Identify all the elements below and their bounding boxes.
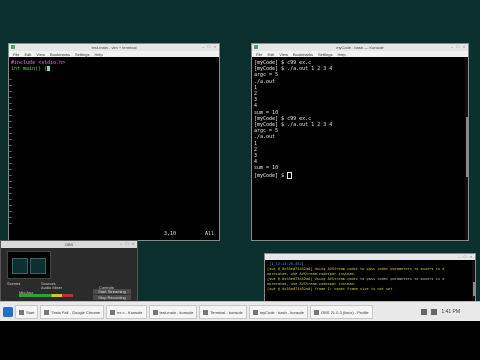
tray-volume-icon[interactable] <box>431 309 438 315</box>
vim-gutter <box>9 79 12 229</box>
close-icon[interactable]: × <box>469 255 473 259</box>
app-icon <box>314 309 320 315</box>
minimize-icon[interactable]: – <box>201 45 205 49</box>
text-cursor <box>47 66 51 72</box>
taskbar-item-label: myCode : bash - konsole <box>259 309 305 315</box>
maximize-icon[interactable]: □ <box>456 45 460 49</box>
taskbar-item[interactable]: ex.c - Konsole <box>106 305 147 319</box>
menu-bookmarks[interactable]: Bookmarks <box>50 52 70 57</box>
start-menu-button[interactable] <box>3 307 13 317</box>
cursor-position: 3,10 <box>164 231 177 237</box>
text-cursor <box>287 171 293 179</box>
menu-help[interactable]: Help <box>337 52 345 57</box>
terminal-title: myCode : bash — Konsole <box>336 45 384 50</box>
menu-edit[interactable]: Edit <box>267 52 274 57</box>
obs-audio-label: Audio Mixer <box>41 285 63 290</box>
app-icon <box>152 309 158 315</box>
menu-bookmarks[interactable]: Bookmarks <box>293 52 313 57</box>
log-line: [swt @ 0x55ed73452a0] frame I: codec fra… <box>267 287 393 291</box>
menu-help[interactable]: Help <box>94 52 102 57</box>
app-icon <box>110 309 116 315</box>
log-scrollbar[interactable] <box>472 262 475 302</box>
close-icon[interactable]: × <box>131 242 135 246</box>
obs-start-streaming-button[interactable]: Start Streaming <box>93 289 131 294</box>
scroll-position: All <box>205 231 215 237</box>
taskbar-item-label: Tests Fall - Google Chrome <box>51 309 101 315</box>
close-icon[interactable]: × <box>213 45 217 49</box>
taskbar-item[interactable]: OBS 21.0.3 (linux) - Profile <box>310 305 373 319</box>
taskbar-item[interactable]: Tests Fall - Google Chrome <box>40 305 105 319</box>
terminal-app-icon <box>11 45 15 49</box>
menu-file[interactable]: File <box>13 52 19 57</box>
maximize-icon[interactable]: □ <box>463 255 467 259</box>
code-line-3: int main() { <box>9 66 219 72</box>
taskbar-item-label: OBS 21.0.3 (linux) - Profile <box>321 309 369 315</box>
obs-window[interactable]: OBS – □ × Scenes Sources Audio Mixer Con… <box>0 240 138 303</box>
preview-thumbnail <box>12 258 28 274</box>
menu-settings[interactable]: Settings <box>75 52 89 57</box>
taskbar: Start Tests Fall - Google Chrome ex.c - Ko… <box>0 301 480 322</box>
taskbar-item[interactable]: myCode : bash - konsole <box>248 305 309 319</box>
preview-thumbnail <box>30 258 46 274</box>
log-titlebar[interactable]: – □ × <box>265 254 475 260</box>
app-icon <box>19 309 24 315</box>
menu-view[interactable]: View <box>36 52 45 57</box>
log-terminal-window[interactable]: – □ × -[1_12:14:25.452] [swt @ 0x55ed7345… <box>264 253 476 303</box>
log-output[interactable]: -[1_12:14:25.452] [swt @ 0x55ed73452a0] U… <box>265 262 471 302</box>
terminal-app-icon <box>254 45 258 49</box>
taskbar-item[interactable]: Start <box>15 305 39 319</box>
letterbox-bottom <box>0 321 480 360</box>
editor-title: test-main - vim + terminal <box>91 45 137 50</box>
tray-network-icon[interactable] <box>421 309 428 315</box>
menu-view[interactable]: View <box>279 52 288 57</box>
terminal-titlebar[interactable]: myCode : bash — Konsole – □ × <box>252 44 468 51</box>
taskbar-item[interactable]: test-main - konsole <box>148 305 198 319</box>
taskbar-item-label: ex.c - Konsole <box>117 309 143 315</box>
menu-settings[interactable]: Settings <box>318 52 332 57</box>
terminal-scrollbar[interactable] <box>465 57 468 240</box>
app-icon <box>44 309 50 315</box>
minimize-icon[interactable]: – <box>457 255 461 259</box>
minimize-icon[interactable]: – <box>450 45 454 49</box>
taskbar-item-label: Start <box>26 309 35 315</box>
vim-status-line: 3,10 All <box>9 231 219 237</box>
clock[interactable]: 1:41 PM <box>441 309 460 315</box>
scrollbar-thumb[interactable] <box>466 117 468 177</box>
taskbar-item-label: Terminal - konsole <box>210 309 243 315</box>
maximize-icon[interactable]: □ <box>125 242 129 246</box>
terminal-line: [myCode] $ <box>252 171 468 179</box>
taskbar-item[interactable]: Terminal - konsole <box>199 305 247 319</box>
terminal-output[interactable]: [myCode] $ c99 ex.c [myCode] $ ./a.out 1 … <box>252 57 468 240</box>
app-icon <box>252 309 258 315</box>
obs-preview <box>7 251 51 279</box>
minimize-icon[interactable]: – <box>119 242 123 246</box>
editor-titlebar[interactable]: test-main - vim + terminal – □ × <box>9 44 219 51</box>
scrollbar-thumb[interactable] <box>473 282 475 296</box>
obs-scenes-label: Scenes <box>7 281 21 286</box>
taskbar-item-label: test-main - konsole <box>159 309 194 315</box>
menu-edit[interactable]: Edit <box>24 52 31 57</box>
maximize-icon[interactable]: □ <box>207 45 211 49</box>
obs-recording-button[interactable]: Stop Recording <box>93 295 131 300</box>
menu-file[interactable]: File <box>256 52 262 57</box>
app-icon <box>203 309 209 315</box>
code-line-3-text: int main() { <box>11 66 48 73</box>
terminal-prompt: [myCode] $ <box>254 172 288 179</box>
obs-title: OBS <box>64 242 74 247</box>
editor-window[interactable]: test-main - vim + terminal – □ × File Ed… <box>8 43 220 241</box>
close-icon[interactable]: × <box>462 45 466 49</box>
audio-meter <box>19 294 73 297</box>
vim-buffer[interactable]: #include <stdio.h> int main() { 3,10 All <box>9 57 219 240</box>
terminal-window[interactable]: myCode : bash — Konsole – □ × File Edit … <box>251 43 469 241</box>
obs-titlebar[interactable]: OBS – □ × <box>1 241 137 248</box>
